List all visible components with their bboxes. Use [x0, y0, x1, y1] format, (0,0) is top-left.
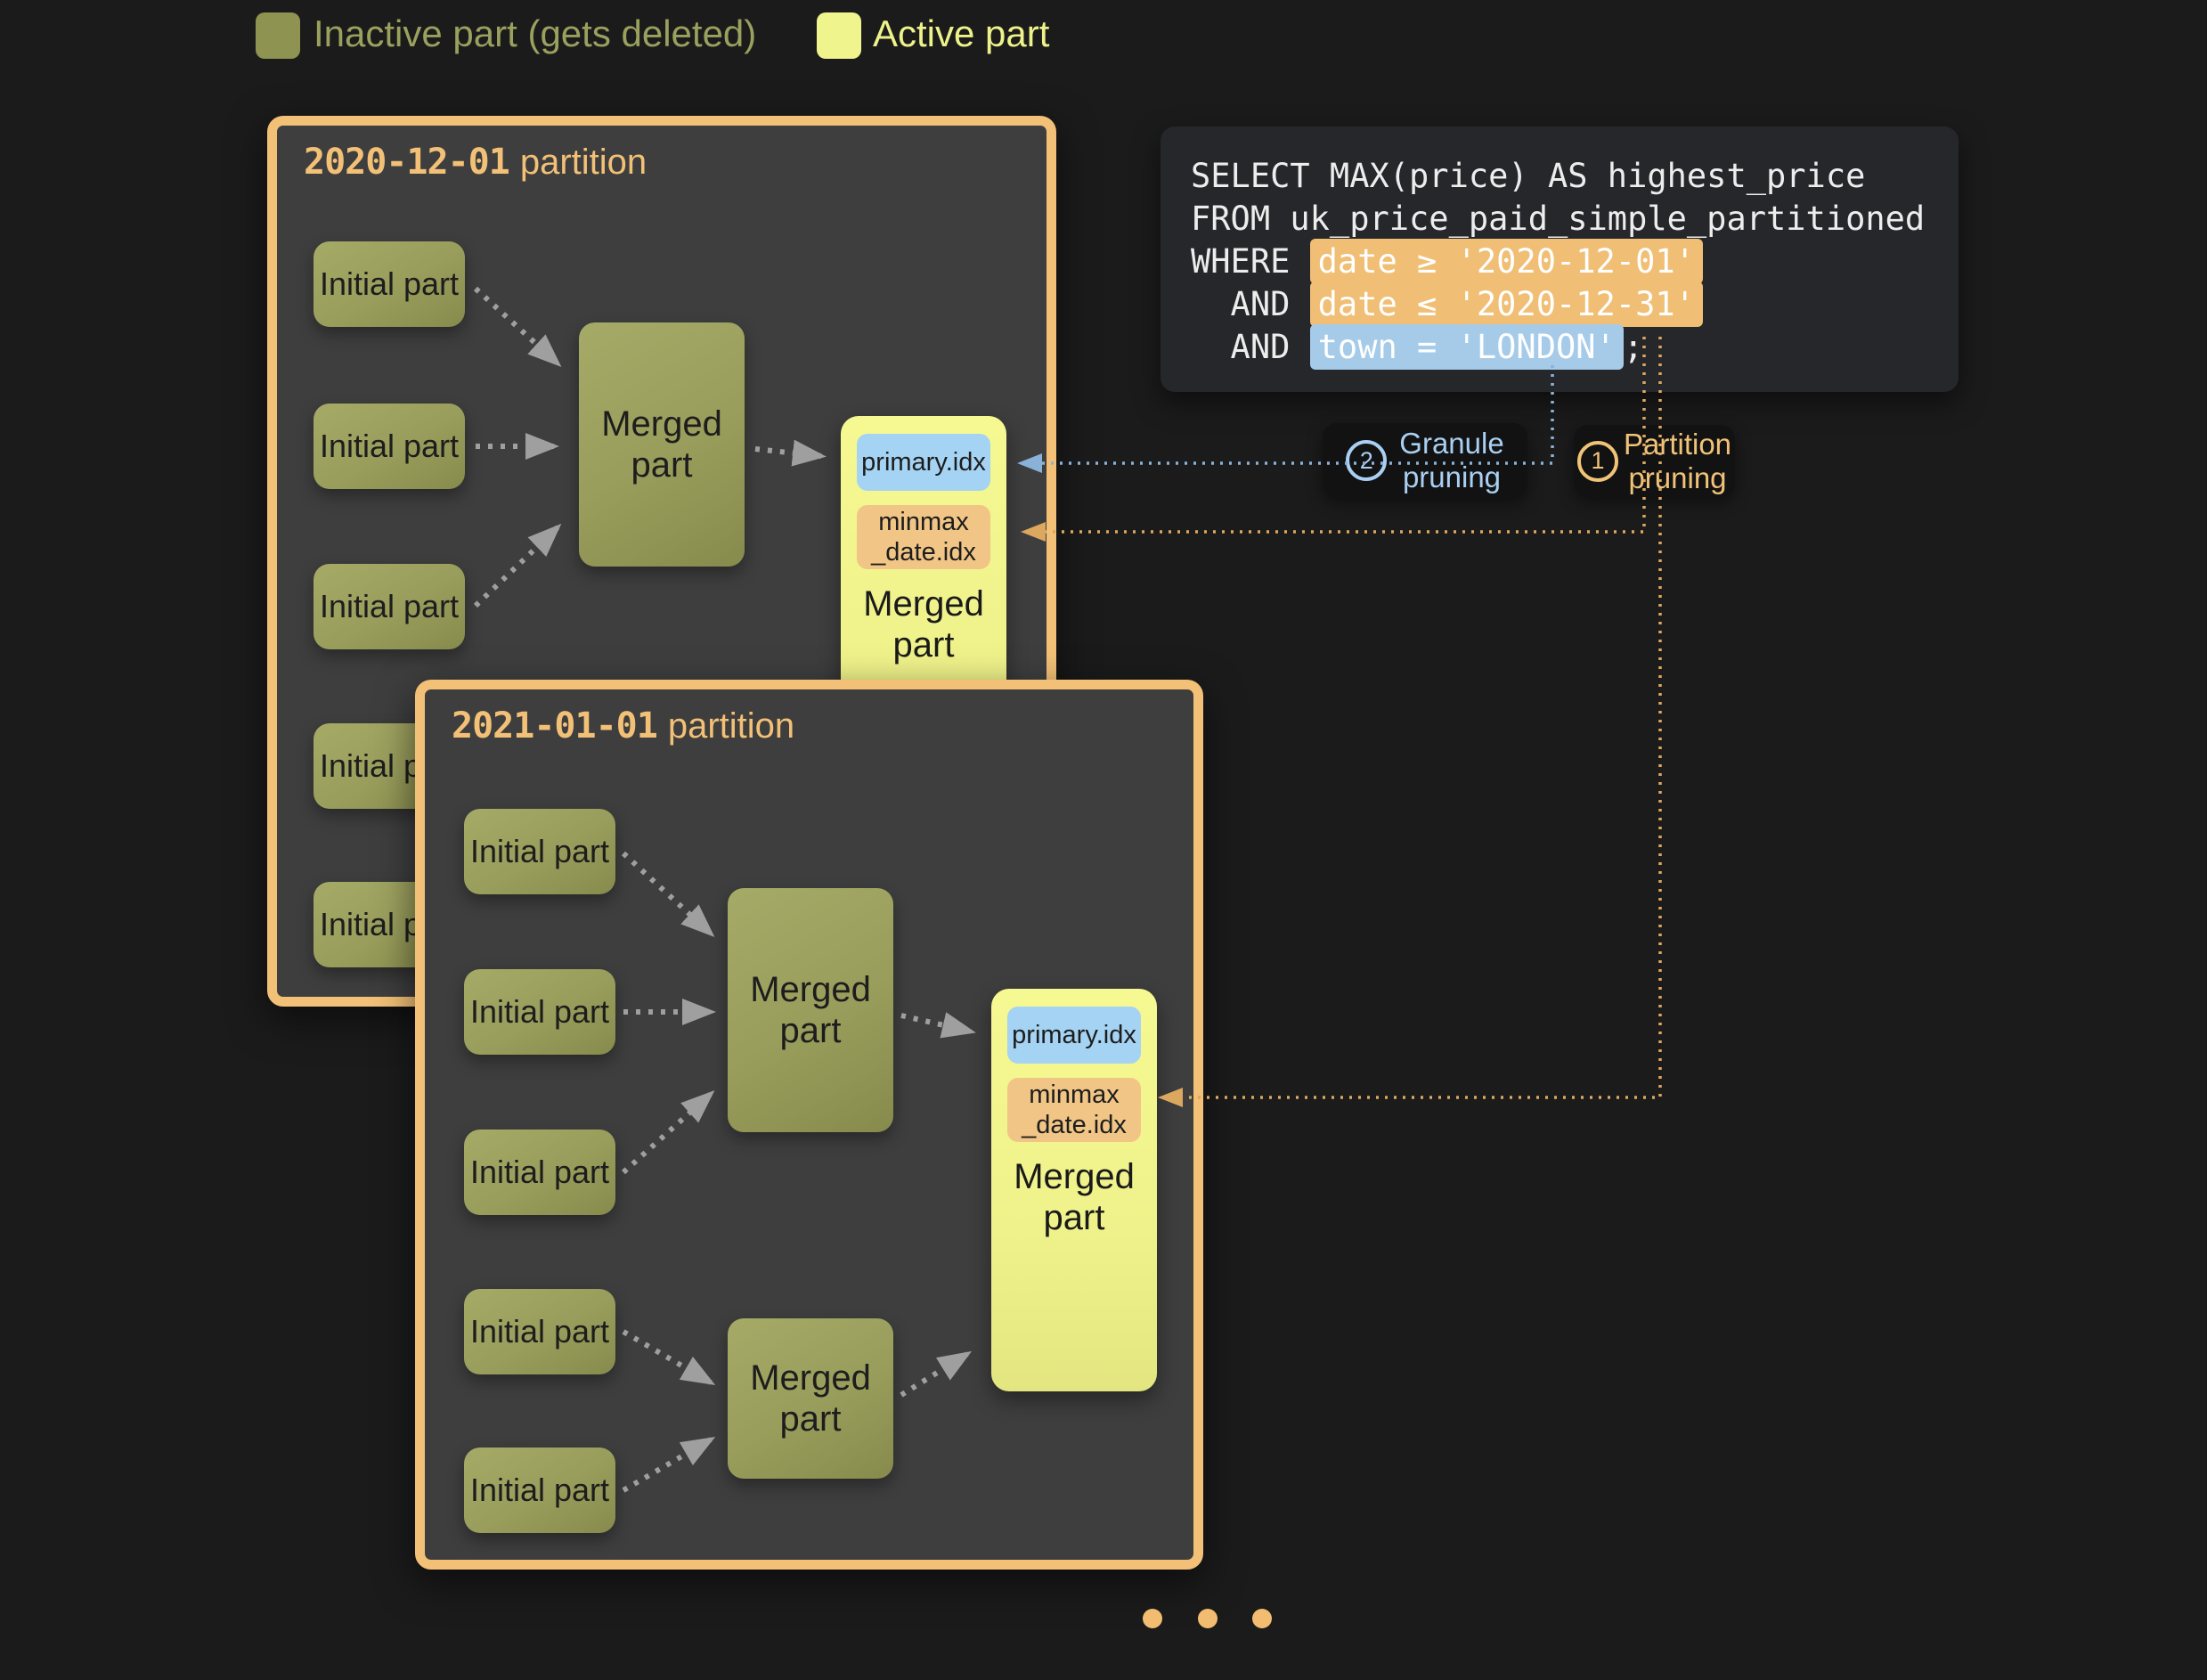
- sql-date-condition-2: date ≤ '2020-12-31': [1310, 281, 1703, 327]
- merged-part-label: Merged part: [579, 404, 745, 485]
- primary-idx-badge: primary.idx: [857, 434, 990, 491]
- pruning-word: pruning: [1628, 461, 1726, 494]
- merged-part-label: Merged part: [728, 969, 893, 1051]
- merged-part-label: Merged part: [728, 1358, 893, 1439]
- sql-line-where: WHERE date ≥ '2020-12-01': [1191, 241, 1925, 283]
- initial-part-box: Initial part: [314, 241, 465, 327]
- sql-query-panel: SELECT MAX(price) AS highest_price FROM …: [1161, 126, 1959, 392]
- initial-part-box: Initial part: [464, 1130, 615, 1215]
- initial-part-box: Initial part: [464, 1448, 615, 1533]
- partition-title: 2020-12-01 partition: [304, 142, 647, 183]
- partition-date: 2021-01-01: [452, 705, 657, 746]
- initial-part-box: Initial part: [314, 404, 465, 489]
- primary-idx-badge: primary.idx: [1007, 1007, 1141, 1064]
- initial-part-label: Initial part: [320, 265, 459, 303]
- sql-and-keyword: AND: [1191, 285, 1310, 323]
- sql-and-keyword: AND: [1191, 328, 1310, 366]
- granule-pruning-badge: 2 Granulepruning: [1323, 423, 1527, 498]
- legend-inactive-label: Inactive part (gets deleted): [314, 9, 756, 59]
- initial-part-label: Initial part: [470, 1472, 609, 1509]
- merged-part-box: Merged part: [579, 322, 745, 567]
- legend-inactive-swatch: [256, 12, 300, 59]
- pruning-word: pruning: [1403, 461, 1501, 493]
- legend-active-label: Active part: [873, 9, 1049, 59]
- partition-2021-01-01: 2021-01-01 partition Initial part Initial…: [415, 680, 1203, 1570]
- initial-part-label: Initial part: [320, 588, 459, 625]
- sql-where-keyword: WHERE: [1191, 242, 1310, 281]
- sql-line-from: FROM uk_price_paid_simple_partitioned: [1191, 198, 1925, 241]
- merged-part-box: Merged part: [728, 1318, 893, 1479]
- initial-part-label: Initial part: [470, 993, 609, 1031]
- initial-part-box: Initial part: [314, 564, 465, 649]
- minmax-date-idx-badge: minmax _date.idx: [857, 505, 990, 569]
- partition-date: 2020-12-01: [304, 142, 509, 183]
- initial-part-box: Initial part: [464, 1289, 615, 1374]
- sql-select-text: SELECT MAX(price) AS highest_price: [1191, 157, 1865, 195]
- partition-pruning-label: Partitionpruning: [1624, 428, 1731, 495]
- partition-pruning-diagram: Inactive part (gets deleted) Active part…: [0, 0, 2207, 1680]
- legend-active-swatch: [817, 12, 861, 59]
- initial-part-label: Initial part: [320, 428, 459, 465]
- initial-part-label: Initial part: [470, 1313, 609, 1350]
- step-1-circle-icon: 1: [1577, 441, 1618, 482]
- sql-line-and-1: AND date ≤ '2020-12-31': [1191, 283, 1925, 326]
- sql-code: SELECT MAX(price) AS highest_price FROM …: [1191, 155, 1925, 369]
- granule-word: Granule: [1399, 427, 1503, 460]
- sql-line-select: SELECT MAX(price) AS highest_price: [1191, 155, 1925, 198]
- sql-semicolon: ;: [1624, 328, 1643, 366]
- minmax-date-idx-badge: minmax _date.idx: [1007, 1078, 1141, 1142]
- partition-suffix: partition: [520, 143, 647, 182]
- partition-title: 2021-01-01 partition: [452, 705, 794, 746]
- sql-line-and-2: AND town = 'LONDON';: [1191, 326, 1925, 369]
- partition-word: Partition: [1624, 428, 1731, 461]
- initial-part-box: Initial part: [464, 809, 615, 894]
- step-2-circle-icon: 2: [1346, 440, 1387, 481]
- sql-from-text: FROM uk_price_paid_simple_partitioned: [1191, 200, 1925, 238]
- carousel-dot-3[interactable]: [1252, 1609, 1272, 1628]
- active-merged-part-label: Merged part: [991, 1156, 1157, 1238]
- carousel-dot-1[interactable]: [1143, 1609, 1162, 1628]
- active-merged-part-box: primary.idx minmax _date.idx Merged part: [991, 989, 1157, 1391]
- granule-pruning-label: Granulepruning: [1399, 427, 1503, 494]
- active-merged-part-label: Merged part: [841, 583, 1006, 665]
- merged-part-box: Merged part: [728, 888, 893, 1132]
- initial-part-label: Initial part: [470, 833, 609, 870]
- partition-pruning-badge: 1 Partitionpruning: [1574, 425, 1735, 497]
- partition-suffix: partition: [668, 706, 794, 746]
- initial-part-label: Initial part: [470, 1154, 609, 1191]
- sql-town-condition: town = 'LONDON': [1310, 324, 1624, 370]
- sql-date-condition-1: date ≥ '2020-12-01': [1310, 239, 1703, 284]
- initial-part-box: Initial part: [464, 969, 615, 1055]
- carousel-dot-2[interactable]: [1198, 1609, 1218, 1628]
